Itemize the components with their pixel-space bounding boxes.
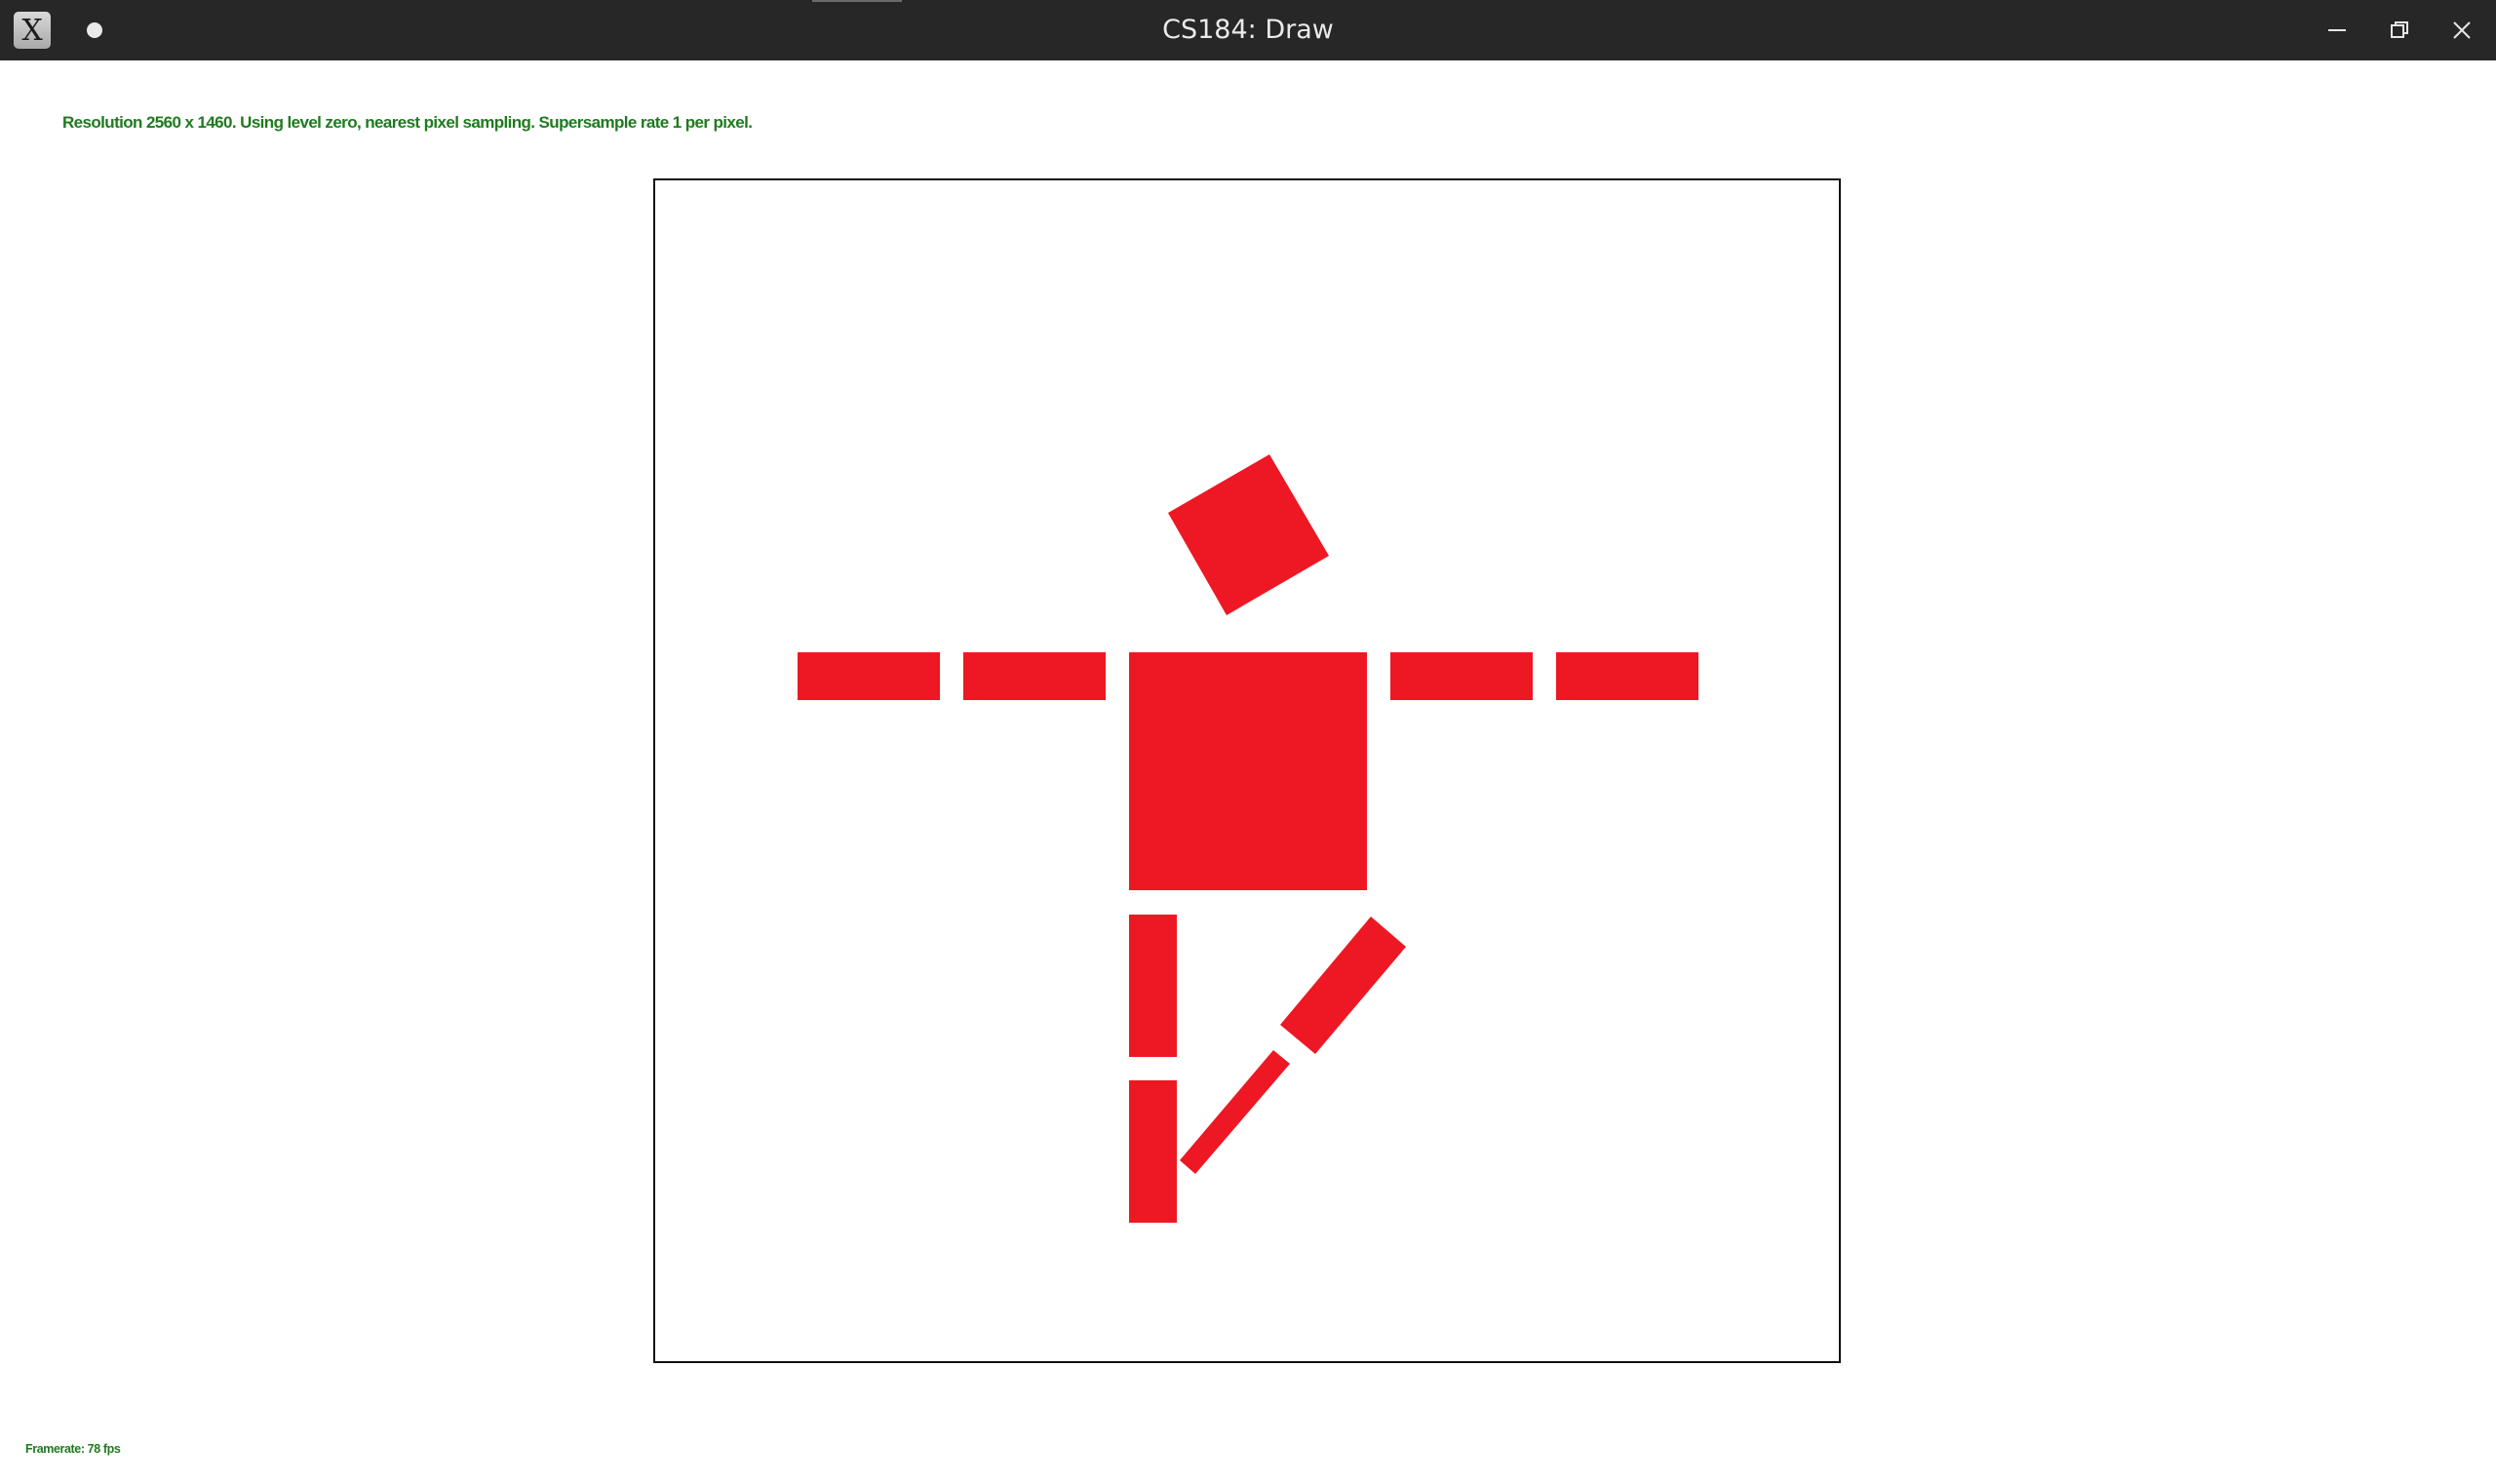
close-icon	[2453, 21, 2471, 39]
minimize-icon	[2328, 29, 2346, 31]
svg-canvas[interactable]	[653, 178, 1841, 1363]
minimize-button[interactable]	[2307, 0, 2367, 60]
title-bar-indicator	[812, 0, 902, 2]
window-title: CS184: Draw	[1162, 15, 1334, 45]
x-window-icon[interactable]: X	[14, 12, 51, 49]
framerate-text: Framerate: 78 fps	[25, 1442, 121, 1456]
render-status-text: Resolution 2560 x 1460. Using level zero…	[62, 113, 753, 132]
title-bar[interactable]: X CS184: Draw	[0, 0, 2496, 60]
restore-icon	[2391, 21, 2408, 38]
restore-button[interactable]	[2369, 0, 2430, 60]
window-menu-dot-icon[interactable]	[87, 22, 102, 38]
close-button[interactable]	[2432, 0, 2492, 60]
app-icon-glyph: X	[21, 13, 43, 48]
